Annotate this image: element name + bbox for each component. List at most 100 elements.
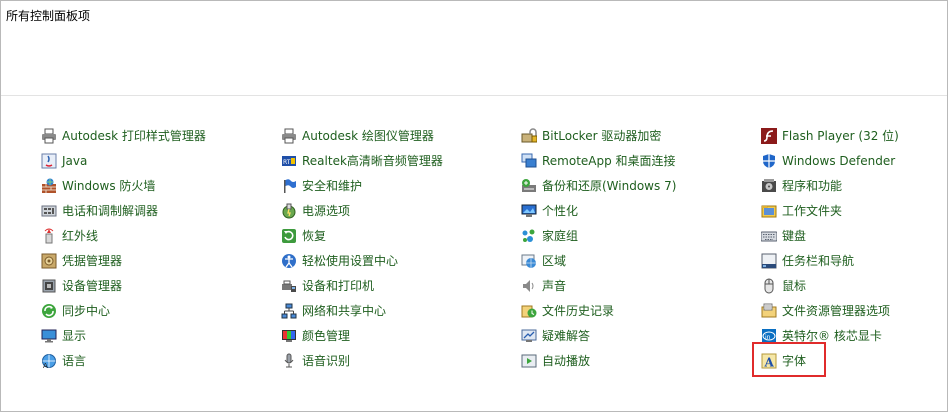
color-management-icon xyxy=(281,328,297,344)
page-title: 所有控制面板项 xyxy=(6,9,91,23)
item-autodesk-plotter[interactable]: Autodesk 绘图仪管理器 xyxy=(281,123,443,148)
sync-icon xyxy=(41,303,57,319)
sound-icon xyxy=(521,278,537,294)
item-label: 网络和共享中心 xyxy=(302,304,387,318)
item-backup-restore[interactable]: 备份和还原(Windows 7) xyxy=(521,173,676,198)
region-icon xyxy=(521,253,537,269)
item-label: 键盘 xyxy=(782,229,807,243)
item-credential-manager[interactable]: 凭据管理器 xyxy=(41,248,206,273)
power-icon xyxy=(281,203,297,219)
item-label: 工作文件夹 xyxy=(782,204,843,218)
item-label: 程序和功能 xyxy=(782,179,843,193)
java-icon xyxy=(41,153,57,169)
remoteapp-icon xyxy=(521,153,537,169)
item-realtek-audio[interactable]: RT Realtek高清晰音频管理器 xyxy=(281,148,443,173)
column-2: Autodesk 绘图仪管理器 RT Realtek高清晰音频管理器 安全和维护 … xyxy=(281,123,443,373)
item-remoteapp[interactable]: RemoteApp 和桌面连接 xyxy=(521,148,676,173)
bitlocker-icon xyxy=(521,127,537,144)
recovery-icon xyxy=(281,228,297,244)
item-device-manager[interactable]: 设备管理器 xyxy=(41,273,206,298)
item-label: 语音识别 xyxy=(302,354,351,368)
svg-text:A: A xyxy=(43,362,48,369)
item-label: 设备和打印机 xyxy=(302,279,375,293)
plotter-icon xyxy=(281,128,297,144)
item-label: Autodesk 打印样式管理器 xyxy=(62,129,206,143)
item-label: Java xyxy=(62,153,88,168)
ease-of-access-icon xyxy=(281,253,297,269)
item-label: Windows 防火墙 xyxy=(62,179,156,193)
item-infrared[interactable]: 红外线 xyxy=(41,223,206,248)
item-windows-firewall[interactable]: Windows 防火墙 xyxy=(41,173,206,198)
item-file-history[interactable]: 文件历史记录 xyxy=(521,298,676,323)
item-work-folders[interactable]: 工作文件夹 xyxy=(761,198,899,223)
item-ease-of-access[interactable]: 轻松使用设置中心 xyxy=(281,248,443,273)
item-homegroup[interactable]: 家庭组 xyxy=(521,223,676,248)
device-manager-icon xyxy=(41,278,57,294)
item-keyboard[interactable]: 键盘 xyxy=(761,223,899,248)
svg-text:RT: RT xyxy=(283,159,291,166)
item-label: 鼠标 xyxy=(782,279,807,293)
item-label: 备份和还原(Windows 7) xyxy=(542,179,677,193)
devices-printers-icon xyxy=(281,278,297,294)
item-personalization[interactable]: 个性化 xyxy=(521,198,676,223)
realtek-audio-icon: RT xyxy=(281,153,297,169)
item-label: 凭据管理器 xyxy=(62,254,123,268)
printer-icon xyxy=(41,128,57,144)
flash-icon xyxy=(761,127,777,144)
item-label: 文件历史记录 xyxy=(542,304,615,318)
item-flash-player[interactable]: Flash Player (32 位) xyxy=(761,123,899,148)
item-bitlocker[interactable]: BitLocker 驱动器加密 xyxy=(521,123,676,148)
item-language[interactable]: A 语言 xyxy=(41,348,206,373)
item-label: 家庭组 xyxy=(542,229,579,243)
item-label: 区域 xyxy=(542,254,567,268)
item-autodesk-print-style[interactable]: Autodesk 打印样式管理器 xyxy=(41,123,206,148)
item-programs-features[interactable]: 程序和功能 xyxy=(761,173,899,198)
item-power-options[interactable]: 电源选项 xyxy=(281,198,443,223)
item-label: Windows Defender xyxy=(782,153,896,168)
item-label: 同步中心 xyxy=(62,304,111,318)
taskbar-icon xyxy=(761,253,777,269)
item-mouse[interactable]: 鼠标 xyxy=(761,273,899,298)
item-security-maintenance[interactable]: 安全和维护 xyxy=(281,173,443,198)
item-phone-modem[interactable]: 电话和调制解调器 xyxy=(41,198,206,223)
item-taskbar-navigation[interactable]: 任务栏和导航 xyxy=(761,248,899,273)
item-display[interactable]: 显示 xyxy=(41,323,206,348)
column-4: Flash Player (32 位) Windows Defender 程序和… xyxy=(761,123,899,373)
homegroup-icon xyxy=(521,228,537,244)
infrared-icon xyxy=(41,228,57,244)
troubleshoot-icon xyxy=(521,328,537,344)
item-label: 红外线 xyxy=(62,229,99,243)
item-label: 任务栏和导航 xyxy=(782,254,855,268)
autoplay-icon xyxy=(521,353,537,369)
folder-options-icon xyxy=(761,303,777,319)
programs-icon xyxy=(761,178,777,194)
mouse-icon xyxy=(761,278,777,294)
item-region[interactable]: 区域 xyxy=(521,248,676,273)
backup-icon xyxy=(521,178,537,194)
item-label: Flash Player (32 位) xyxy=(782,129,899,143)
item-java[interactable]: Java xyxy=(41,148,206,173)
defender-icon xyxy=(761,153,777,169)
item-sync-center[interactable]: 同步中心 xyxy=(41,298,206,323)
phone-modem-icon xyxy=(41,203,57,219)
item-troubleshooting[interactable]: 疑难解答 xyxy=(521,323,676,348)
item-sound[interactable]: 声音 xyxy=(521,273,676,298)
item-devices-printers[interactable]: 设备和打印机 xyxy=(281,273,443,298)
item-label: 轻松使用设置中心 xyxy=(302,254,399,268)
keyboard-icon xyxy=(761,228,777,244)
header-divider xyxy=(1,95,947,96)
item-autoplay[interactable]: 自动播放 xyxy=(521,348,676,373)
microphone-icon xyxy=(281,353,297,369)
item-color-management[interactable]: 颜色管理 xyxy=(281,323,443,348)
item-speech-recognition[interactable]: 语音识别 xyxy=(281,348,443,373)
item-folder-options[interactable]: 文件资源管理器选项 xyxy=(761,298,899,323)
firewall-icon xyxy=(41,178,57,194)
item-windows-defender[interactable]: Windows Defender xyxy=(761,148,899,173)
credential-icon xyxy=(41,253,57,269)
display-icon xyxy=(41,328,57,344)
item-recovery[interactable]: 恢复 xyxy=(281,223,443,248)
item-network-sharing[interactable]: 网络和共享中心 xyxy=(281,298,443,323)
item-label: 显示 xyxy=(62,329,87,343)
item-label: 疑难解答 xyxy=(542,329,591,343)
security-flag-icon xyxy=(281,178,297,194)
